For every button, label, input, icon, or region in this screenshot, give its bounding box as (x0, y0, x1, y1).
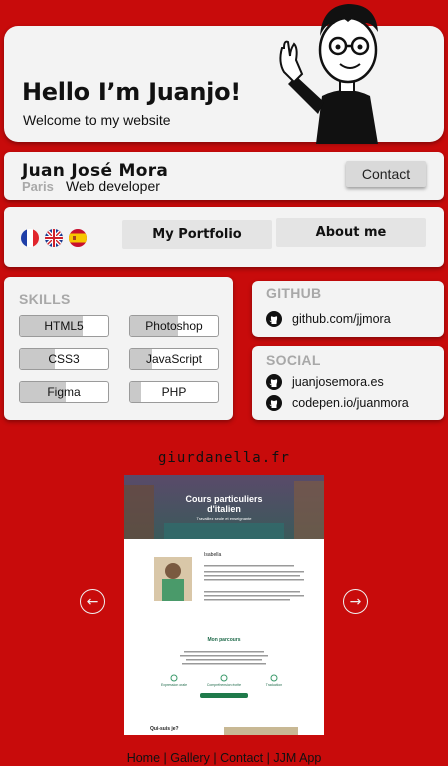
skill-bar: Figma (19, 381, 109, 403)
french-flag-icon[interactable] (21, 229, 39, 247)
footer-separator: | (163, 751, 167, 765)
preview-section-title: Mon parcours (207, 637, 241, 643)
social-link-label: codepen.io/juanmora (292, 396, 409, 410)
skills-title: SKILLS (19, 291, 71, 307)
hero-banner: Hello I’m Juanjo! Welcome to my website (4, 4, 444, 144)
profile-bar: Juan José Mora Paris Web developer Conta… (4, 152, 444, 200)
footer-link-contact[interactable]: Contact (220, 751, 263, 765)
preview-hero-subtitle: Travaillez seule et enseignante (196, 516, 252, 521)
github-icon (266, 311, 282, 327)
gallery-site-title: giurdanella.fr (157, 450, 290, 466)
hero-subtitle: Welcome to my website (23, 112, 171, 128)
social-link-website[interactable]: juanjosemora.es (266, 374, 384, 390)
portfolio-button[interactable]: My Portfolio (122, 220, 272, 249)
about-button[interactable]: About me (276, 218, 426, 247)
footer-separator: | (266, 751, 270, 765)
preview-feature-1: Expression orale (160, 683, 188, 687)
preview-feature-2: Compréhension écrite (206, 683, 242, 687)
footer-nav: Home | Gallery | Contact | JJM App (0, 751, 448, 765)
uk-flag-icon[interactable] (45, 229, 63, 247)
footer-link-app[interactable]: JJM App (273, 751, 321, 765)
social-title: SOCIAL (266, 352, 321, 368)
skill-bar: JavaScript (129, 348, 219, 370)
skill-label: Photoshop (145, 319, 203, 333)
skill-label: PHP (161, 385, 187, 399)
profile-city: Paris (22, 179, 54, 194)
spain-flag-icon[interactable] (69, 229, 87, 247)
profile-role: Web developer (66, 178, 160, 194)
social-link-codepen[interactable]: codepen.io/juanmora (266, 395, 409, 411)
skills-panel: SKILLS HTML5 Photoshop CSS3 JavaScript Figma… (4, 277, 233, 420)
gallery-screenshot[interactable]: Cours particuliers d'italien Travaillez … (124, 475, 324, 735)
skill-label: JavaScript (145, 352, 203, 366)
arrow-left-icon[interactable]: ← (80, 589, 105, 614)
github-panel: GITHUB github.com/jjmora (252, 281, 444, 337)
skill-bar: CSS3 (19, 348, 109, 370)
github-icon (266, 395, 282, 411)
preview-hero-title-line1: Cours particuliers (185, 494, 263, 504)
github-icon (266, 374, 282, 390)
preview-hero-title: Cours particuliers d'italien (124, 494, 324, 514)
social-link-label: juanjosemora.es (292, 375, 384, 389)
skill-bar: HTML5 (19, 315, 109, 337)
site-preview-image (124, 475, 324, 735)
skill-bar: Photoshop (129, 315, 219, 337)
skill-label: Figma (47, 385, 81, 399)
preview-bottom-title: Qui-suis je? (150, 726, 179, 732)
skill-label: CSS3 (48, 352, 80, 366)
footer-link-home[interactable]: Home (127, 751, 160, 765)
contact-button[interactable]: Contact (346, 161, 426, 187)
skill-bar: PHP (129, 381, 219, 403)
footer-link-gallery[interactable]: Gallery (170, 751, 210, 765)
arrow-right-icon[interactable]: → (343, 589, 368, 614)
hero-title: Hello I’m Juanjo! (22, 78, 241, 106)
social-panel: SOCIAL juanjosemora.es codepen.io/juanmo… (252, 346, 444, 420)
footer-separator: | (213, 751, 217, 765)
preview-hero-title-line2: d'italien (207, 504, 241, 514)
navigation-bar: My Portfolio About me (4, 207, 444, 267)
github-link-label: github.com/jjmora (292, 312, 391, 326)
skill-label: HTML5 (44, 319, 84, 333)
github-title: GITHUB (266, 285, 322, 301)
waving-avatar-illustration (279, 4, 378, 144)
github-link[interactable]: github.com/jjmora (266, 311, 391, 327)
preview-person-name: Isabella (204, 552, 222, 558)
preview-feature-3: Traduction (265, 683, 283, 687)
